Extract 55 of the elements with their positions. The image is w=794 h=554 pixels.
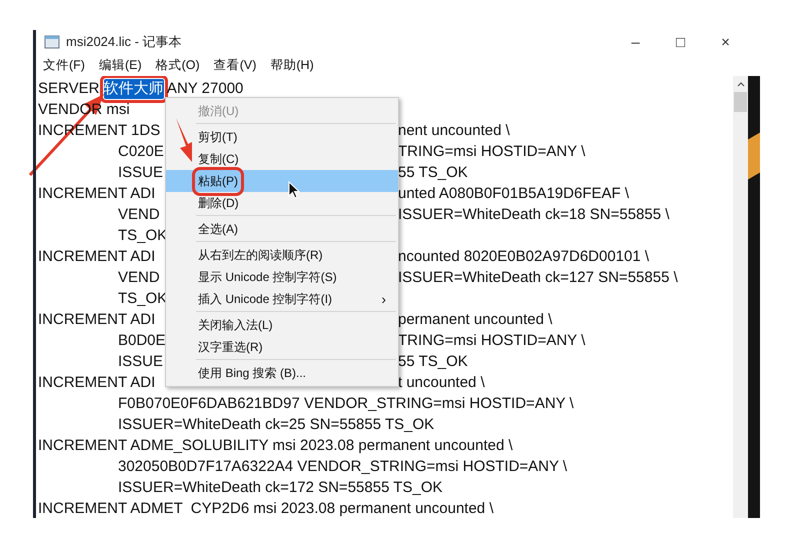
menu-item[interactable]: 文件(F) [38, 56, 90, 74]
window-control-button[interactable]: × [703, 30, 748, 54]
text-line: C020E [118, 142, 164, 162]
text-line: ISSUER=WhiteDeath ck=172 SN=55855 TS_OK [118, 478, 442, 498]
text-line: VEND [118, 268, 160, 288]
scrollbar[interactable] [733, 76, 748, 518]
text-line: TS_OK [118, 226, 168, 246]
text-line: ISSUER=WhiteDeath ck=18 SN=55855 \ [398, 204, 670, 224]
text-line: 55 TS_OK [398, 352, 468, 372]
context-menu-item[interactable]: 插入 Unicode 控制字符(I) › [166, 288, 398, 310]
text-line: VEND [118, 204, 160, 224]
text-line: TRING=msi HOSTID=ANY \ [398, 330, 586, 350]
menu-item[interactable]: 帮助(H) [265, 56, 319, 74]
window-title: msi2024.lic - 记事本 [66, 33, 182, 51]
context-menu-item[interactable]: 全选(A) [166, 218, 398, 240]
text-line: permanent uncounted \ [398, 310, 552, 330]
context-menu-item[interactable]: 从右到左的阅读顺序(R) [166, 244, 398, 266]
pointer-icon [288, 181, 300, 199]
context-menu-item[interactable]: 汉字重选(R) [166, 336, 398, 358]
menu-item[interactable]: 查看(V) [208, 56, 262, 74]
window-control-button[interactable]: – [613, 30, 658, 54]
text-line: ISSUE [118, 352, 164, 372]
text-line: INCREMENT ADI [38, 372, 156, 392]
text-line: INCREMENT ADI [38, 310, 156, 330]
text-line: t uncounted \ [398, 372, 485, 392]
text-line: TRING=msi HOSTID=ANY \ [398, 142, 586, 162]
text-line: INCREMENT ADMET CYP2D6 msi 2023.08 permanent uncounted \ [38, 498, 494, 518]
context-menu-item[interactable]: 剪切(T) [166, 126, 398, 148]
text-line: INCREMENT ADI [38, 246, 156, 266]
annotation-arrow [176, 118, 192, 162]
menu-item[interactable]: 编辑(E) [94, 56, 147, 74]
context-menu-item[interactable]: 关闭输入法(L) [166, 314, 398, 336]
context-menu-item[interactable]: 复制(C) [166, 148, 398, 170]
text-line: ncounted 8020E0B02A97D6D00101 \ [398, 246, 650, 266]
text-line: ISSUER=WhiteDeath ck=25 SN=55855 TS_OK [118, 414, 434, 434]
menu-item[interactable]: 格式(O) [150, 56, 205, 74]
context-menu-item[interactable]: 删除(D) [166, 192, 398, 214]
text-line: ISSUER=WhiteDeath ck=127 SN=55855 \ [398, 268, 678, 288]
context-menu-item[interactable]: 使用 Bing 搜索 (B)... [166, 362, 398, 384]
selected-text: 软件大师 [104, 78, 164, 98]
context-menu-item[interactable]: 显示 Unicode 控制字符(S) [166, 266, 398, 288]
text-line: 55 TS_OK [398, 162, 468, 182]
text-line: INCREMENT ADI [38, 184, 156, 204]
text-line: INCREMENT ADME_SOLUBILITY msi 2023.08 permanent uncounted \ [38, 436, 513, 456]
text-line: F0B070E0F6DAB621BD97 VENDOR_STRING=msi HOSTID=ANY \ [118, 394, 574, 414]
text-line: unted A080B0F01B5A19D6FEAF \ [398, 184, 629, 204]
text-line: TS_OK [118, 288, 168, 308]
text-line: SERVER [38, 78, 100, 98]
text-line: ISSUE [118, 162, 164, 182]
text-line: B0D0E [118, 330, 166, 350]
text-line: 302050B0D7F17A6322A4 VENDOR_STRING=msi HOSTID=ANY \ [118, 456, 568, 476]
window-control-button[interactable]: □ [658, 30, 703, 54]
scroll-thumb[interactable] [734, 92, 747, 112]
notepad-icon [44, 35, 60, 49]
text-line: nent uncounted \ [398, 120, 510, 140]
